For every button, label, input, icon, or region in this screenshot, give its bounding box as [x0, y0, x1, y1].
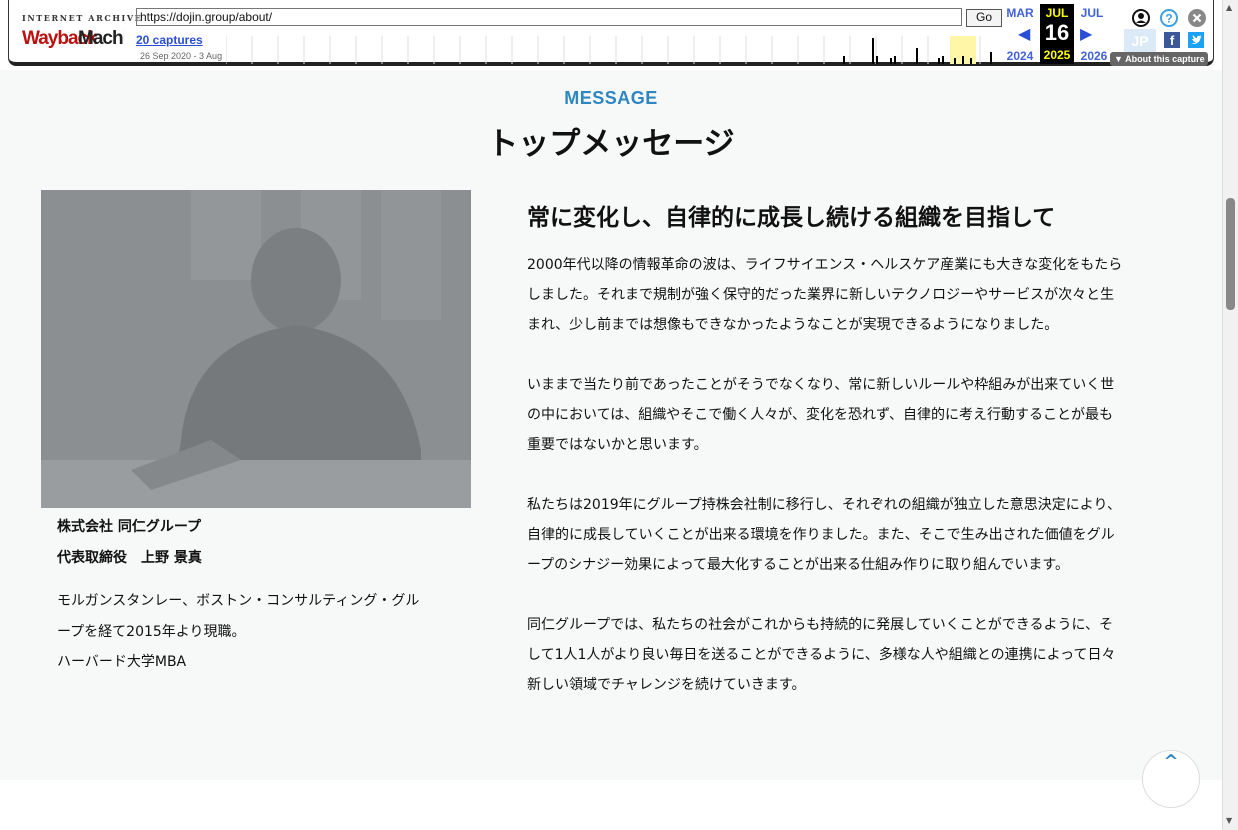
help-icon[interactable]: ?	[1160, 9, 1178, 27]
capture-sparkline[interactable]	[226, 36, 1004, 64]
paragraph-line: まれ、少し前までは想像もできなかったようなことが実現できるようになりました。	[527, 317, 1059, 333]
next-capture-arrow-icon[interactable]: ▶	[1080, 24, 1092, 43]
user-icon[interactable]	[1132, 9, 1150, 27]
ceo-title-name: 代表取締役 上野 景真	[57, 550, 202, 566]
company-name: 株式会社 同仁グループ	[57, 519, 202, 535]
prev-month-label[interactable]: MAR	[1004, 6, 1036, 20]
paragraph-line: 2000年代以降の情報革命の波は、ライフサイエンス・ヘルスケア産業にも大きな変化…	[527, 257, 1123, 273]
next-year-label[interactable]: 2026	[1078, 49, 1110, 63]
next-month-label[interactable]: JUL	[1076, 6, 1108, 20]
page-footer-area	[0, 780, 1222, 830]
message-heading: 常に変化し、自律的に成長し続ける組織を目指して	[527, 205, 1056, 231]
capture-date-range: 26 Sep 2020 - 3 Aug	[140, 51, 223, 61]
message-paragraph-1: 2000年代以降の情報革命の波は、ライフサイエンス・ヘルスケア産業にも大きな変化…	[527, 250, 1167, 340]
logo-top-text: INTERNET ARCHIVE	[22, 13, 143, 23]
url-input[interactable]: https://dojin.group/about/	[136, 8, 962, 26]
scrollbar-thumb[interactable]	[1226, 198, 1235, 310]
paragraph-line: 同仁グループでは、私たちの社会がこれからも持続的に発展していくことができるように…	[527, 617, 1114, 633]
scroll-up-arrow-icon[interactable]: ▲	[1226, 3, 1232, 12]
current-capture-date: JUL 16 2025	[1040, 4, 1074, 64]
paragraph-line: しました。それまで規制が強く保守的だった業界に新しいテクノロジーやサービスが次々…	[527, 287, 1115, 303]
paragraph-line: 重要ではないかと思います。	[527, 437, 708, 453]
bio-line: ハーバード大学MBA	[57, 654, 187, 670]
about-capture-label: About this capture	[1125, 54, 1205, 64]
chevron-up-icon: ^	[1163, 751, 1179, 772]
jp-badge: JP	[1124, 29, 1156, 53]
bio-line: モルガンスタンレー、ボストン・コンサルティング・グル	[57, 593, 420, 609]
current-month: JUL	[1045, 6, 1069, 20]
message-paragraph-4: 同仁グループでは、私たちの社会がこれからも持続的に発展していくことができるように…	[527, 610, 1167, 700]
paragraph-line: いままで当たり前であったことがそうでなくなり、常に新しいルールや枠組みが出来てい…	[527, 377, 1115, 393]
prev-year-label[interactable]: 2024	[1004, 49, 1036, 63]
twitter-icon[interactable]	[1188, 32, 1204, 48]
ceo-photo	[41, 190, 471, 508]
message-paragraph-2: いままで当たり前であったことがそうでなくなり、常に新しいルールや枠組みが出来てい…	[527, 370, 1167, 460]
prev-capture-arrow-icon[interactable]: ◀	[1018, 24, 1030, 43]
current-day: 16	[1044, 20, 1070, 45]
message-paragraph-3: 私たちは2019年にグループ持株会社制に移行し、それぞれの組織が独立した意思決定…	[527, 490, 1167, 580]
scrollbar[interactable]: ▲ ▼	[1222, 0, 1238, 830]
paragraph-line: 自律的に成長していくことが出来る環境を作りました。また、そこで生み出された価値を…	[527, 527, 1115, 543]
wayback-logo[interactable]: Wayback Machine	[22, 25, 148, 49]
chevron-down-icon: ▼	[1114, 54, 1123, 64]
paragraph-line: 新しい領域でチャレンジを続けていきます。	[527, 677, 806, 693]
paragraph-line: して1人1人がより良い毎日を送ることができるように、多様な人や組織との連携によっ…	[527, 647, 1116, 663]
current-year: 2025	[1043, 48, 1071, 62]
ceo-bio: モルガンスタンレー、ボストン・コンサルティング・グル ープを経て2015年より現…	[57, 586, 457, 678]
page-title: トップメッセージ	[487, 126, 735, 162]
svg-text:Machine: Machine	[78, 28, 124, 49]
go-button[interactable]: Go	[966, 9, 1002, 27]
svg-text:?: ?	[1165, 12, 1172, 26]
back-to-top-button[interactable]: ^	[1142, 750, 1200, 808]
scroll-down-arrow-icon[interactable]: ▼	[1226, 816, 1232, 825]
wayback-toolbar: INTERNET ARCHIVE Wayback Machine https:/…	[0, 0, 1222, 70]
facebook-icon[interactable]: f	[1164, 32, 1180, 48]
close-icon[interactable]	[1188, 9, 1206, 27]
bio-line: ープを経て2015年より現職。	[57, 623, 246, 640]
paragraph-line: の中においては、組織やそこで働く人々が、変化を恐れず、自律的に考え行動することが…	[527, 407, 1114, 423]
section-label: MESSAGE	[564, 88, 658, 108]
paragraph-line: 私たちは2019年にグループ持株会社制に移行し、それぞれの組織が独立した意思決定…	[527, 497, 1121, 513]
about-capture-button[interactable]: ▼ About this capture	[1110, 52, 1208, 66]
paragraph-line: ープのシナジー効果によって最大化することが出来る仕組み作りに取り組んでいます。	[527, 557, 1069, 573]
captures-link[interactable]: 20 captures	[136, 33, 203, 47]
